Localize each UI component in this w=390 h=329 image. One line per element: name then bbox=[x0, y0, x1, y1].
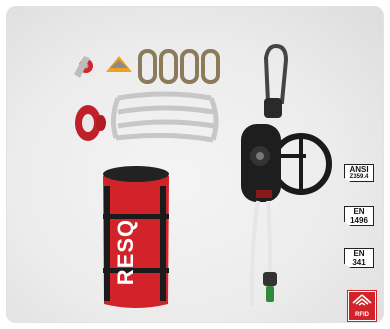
swivel-pulley-orange bbox=[106, 56, 132, 72]
ansi-badge: ANSI Z359.4 bbox=[344, 164, 374, 182]
badge-code: 1496 bbox=[350, 216, 368, 225]
rfid-badge: RFID bbox=[348, 291, 376, 321]
rescue-pulley-red bbox=[75, 105, 106, 141]
en-1496-badge: EN 1496 bbox=[344, 206, 374, 226]
rope-sling bbox=[110, 91, 219, 143]
carabiners bbox=[138, 49, 220, 84]
badge-code: 341 bbox=[352, 258, 366, 267]
small-pulley-red bbox=[74, 56, 93, 78]
rfid-label: RFID bbox=[355, 312, 369, 318]
en-341-badge: EN 341 bbox=[344, 248, 374, 268]
rfid-house-icon bbox=[352, 294, 372, 306]
badge-standard: EN bbox=[353, 207, 365, 216]
bag-brand-label: RESQ bbox=[113, 218, 138, 286]
descent-device bbox=[241, 43, 332, 202]
product-image-card: RESQ ANSI Z359.4 EN 1496 EN 341 RFID bbox=[6, 6, 384, 323]
rope-connector-green bbox=[263, 272, 277, 302]
badge-standard: EN bbox=[353, 249, 365, 258]
badge-standard: ANSI bbox=[349, 165, 369, 174]
product-illustration bbox=[74, 43, 332, 308]
badge-code: Z359.4 bbox=[349, 174, 369, 180]
